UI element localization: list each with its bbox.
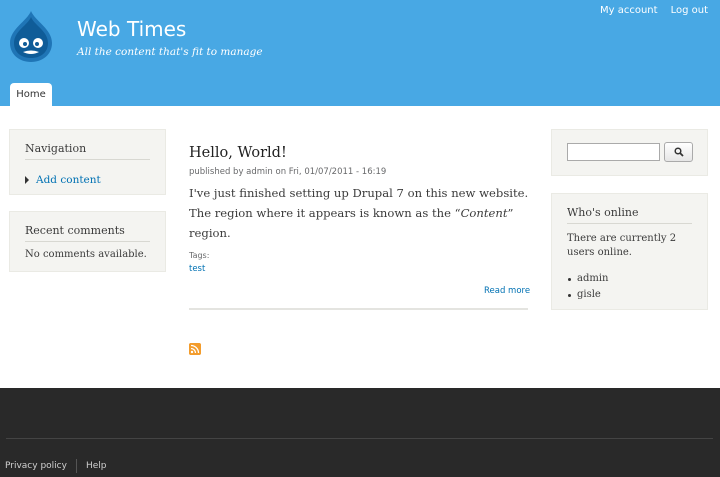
help-link[interactable]: Help [86,461,107,471]
search-block [551,129,708,176]
recent-comments-block: Recent comments No comments available. [9,211,166,272]
online-users-list: admin gisle [567,271,692,303]
footer-separator [75,459,77,473]
site-footer: Privacy policy Help [0,388,720,477]
body-emphasis: Content [460,206,508,220]
body-line-2: The region where it appears is known as … [189,206,514,240]
site-header: Web Times All the content that's fit to … [0,0,720,106]
whos-online-title: Who's online [567,206,692,224]
whos-online-text: There are currently 2 users online. [567,233,677,258]
navigation-title: Navigation [25,142,150,160]
drupal-logo-icon[interactable] [8,9,54,63]
tags-label: Tags: [189,251,210,260]
navigation-block: Navigation Add content [9,129,166,195]
add-content-link[interactable]: Add content [25,174,150,186]
node-divider [189,308,528,310]
node-body: I've just finished setting up Drupal 7 o… [189,183,549,243]
footer-divider [6,438,713,439]
node-submitted: published by admin on Fri, 01/07/2011 - … [189,167,387,177]
add-content-label[interactable]: Add content [36,174,101,186]
magnifier-icon [674,147,684,157]
read-more-link[interactable]: Read more [484,286,530,296]
node-title[interactable]: Hello, World! [189,145,287,161]
secondary-menu: My account Log out [600,5,708,16]
log-out-link[interactable]: Log out [671,5,708,16]
site-name[interactable]: Web Times [77,17,186,41]
search-input[interactable] [567,143,660,161]
recent-comments-title: Recent comments [25,224,150,242]
search-button[interactable] [664,142,693,162]
body-line-1: I've just finished setting up Drupal 7 o… [189,186,529,200]
footer-menu: Privacy policy Help [5,459,106,473]
whos-online-block: Who's online There are currently 2 users… [551,193,708,310]
rss-feed-icon[interactable] [189,343,201,355]
online-user-admin[interactable]: admin [567,271,692,287]
privacy-policy-link[interactable]: Privacy policy [5,461,67,471]
triangle-right-icon [25,176,29,184]
site-slogan: All the content that's fit to manage [77,46,263,58]
tag-link-test[interactable]: test [189,264,205,274]
tab-home[interactable]: Home [10,83,52,106]
recent-comments-text: No comments available. [25,249,147,260]
online-user-gisle[interactable]: gisle [567,287,692,303]
my-account-link[interactable]: My account [600,5,658,16]
